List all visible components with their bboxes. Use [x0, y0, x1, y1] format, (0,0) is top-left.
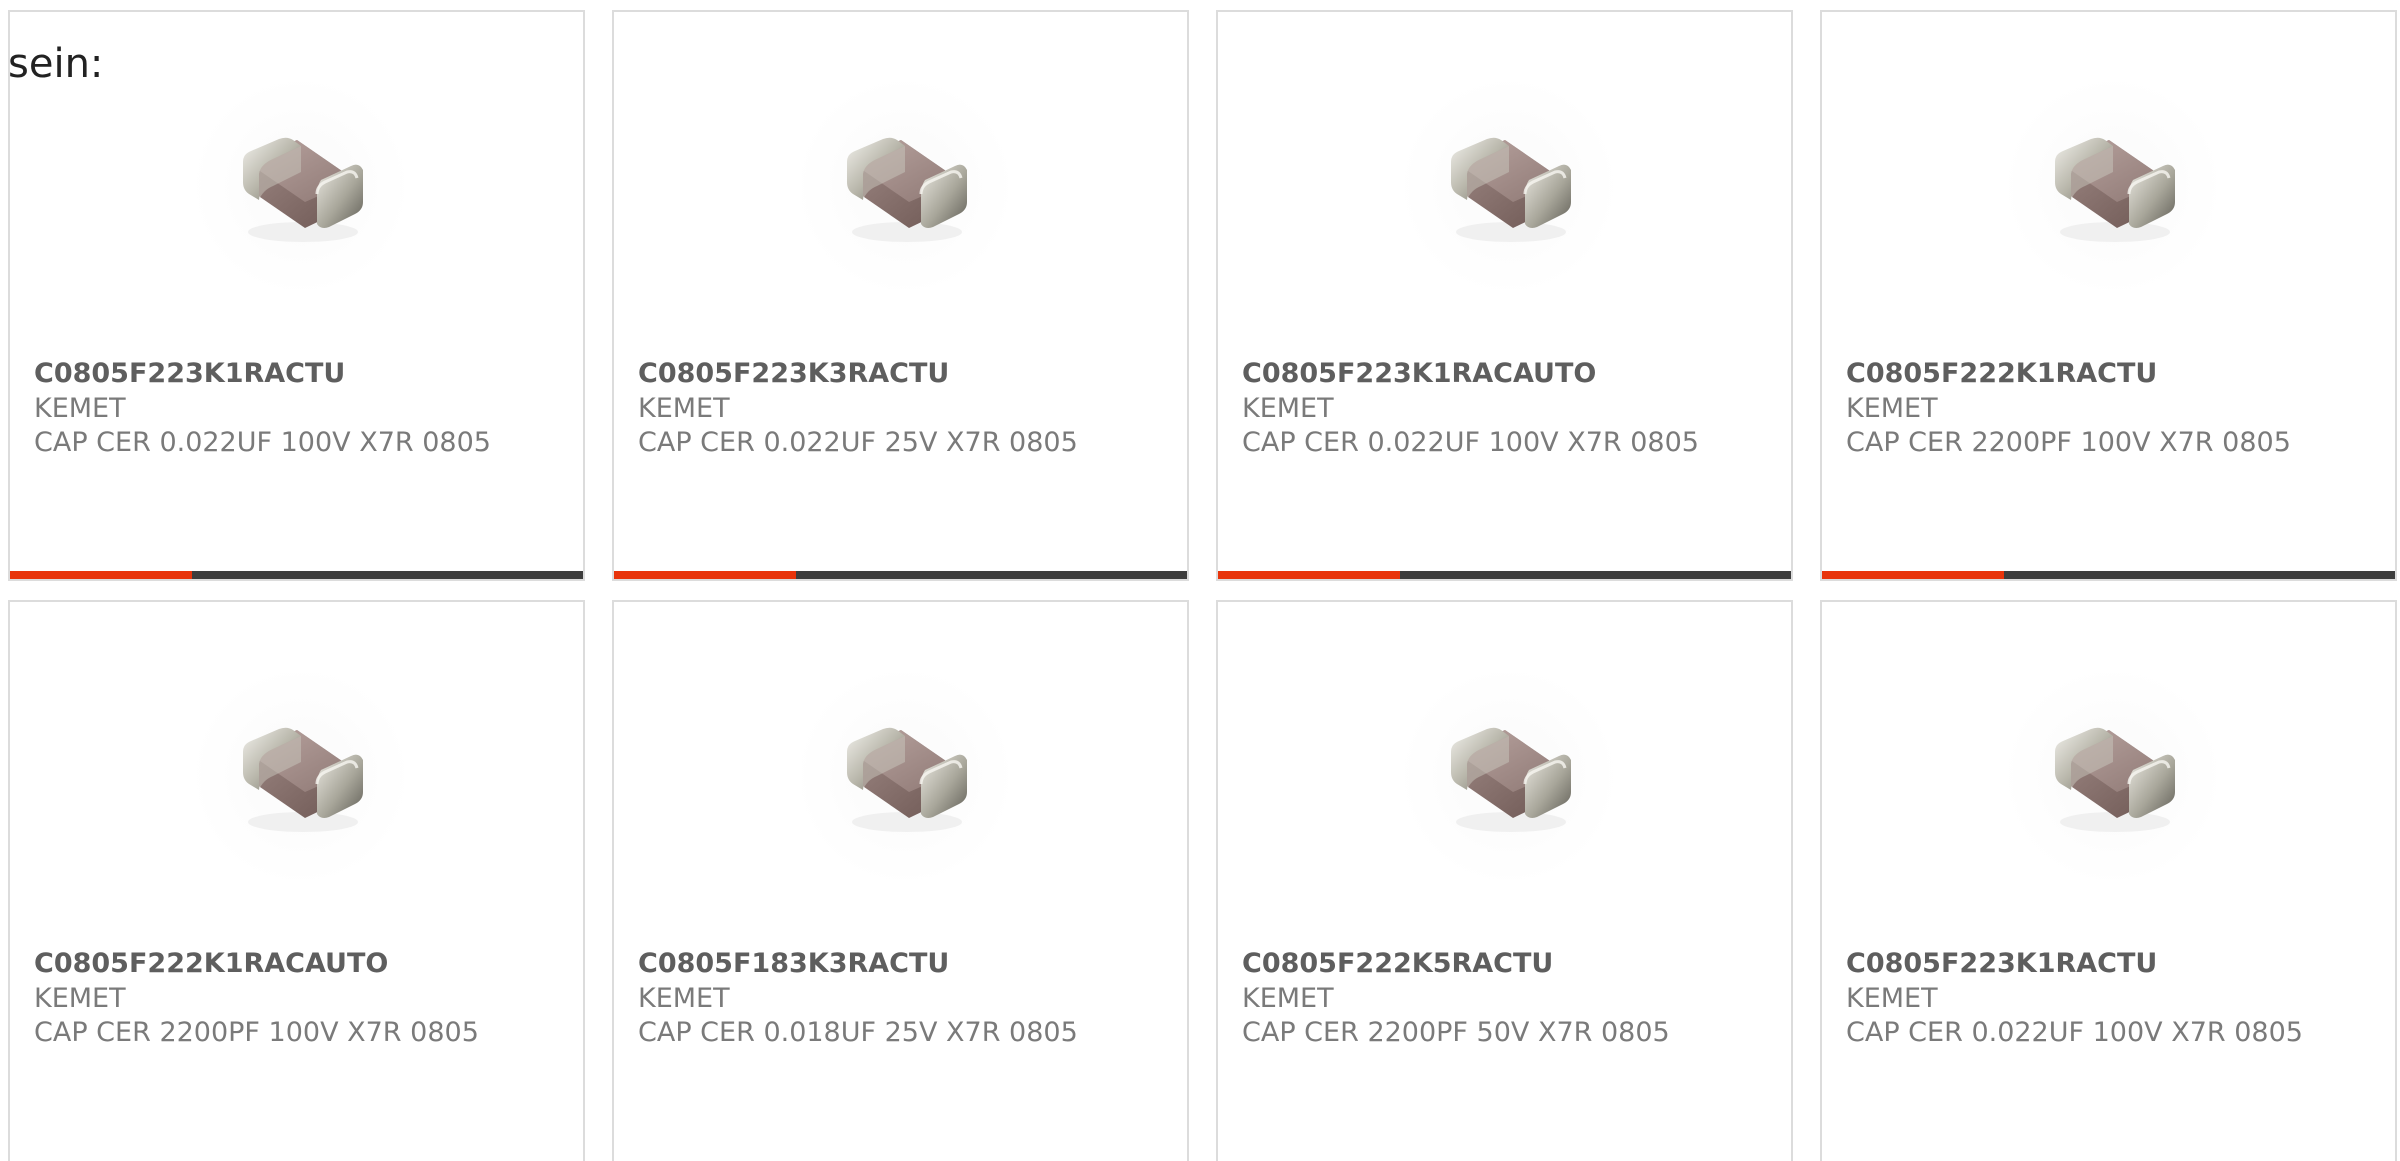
manufacturer-label: KEMET — [34, 983, 126, 1014]
product-description: CAP CER 0.022UF 100V X7R 0805 — [1242, 427, 1699, 458]
product-card[interactable]: C0805F183K3RACTU KEMET CAP CER 0.018UF 2… — [612, 600, 1189, 1161]
capacitor-chip-image[interactable] — [2009, 672, 2217, 880]
capacitor-chip-image[interactable] — [801, 672, 1009, 880]
capacitor-chip-image[interactable] — [1405, 82, 1613, 290]
part-number-link[interactable]: C0805F222K5RACTU — [1242, 947, 1553, 981]
manufacturer-label: KEMET — [34, 393, 126, 424]
manufacturer-label: KEMET — [1846, 393, 1938, 424]
card-footer-bar — [1822, 571, 2395, 579]
card-footer-bar — [1218, 571, 1791, 579]
manufacturer-label: KEMET — [1242, 983, 1334, 1014]
product-description: CAP CER 0.018UF 25V X7R 0805 — [638, 1017, 1078, 1048]
card-accent-bar — [1822, 571, 2004, 579]
product-card[interactable]: C0805F223K1RACTU KEMET CAP CER 0.022UF 1… — [8, 10, 585, 581]
part-number-link[interactable]: C0805F223K1RACAUTO — [1242, 357, 1596, 391]
product-description: CAP CER 0.022UF 25V X7R 0805 — [638, 427, 1078, 458]
part-number-link[interactable]: C0805F222K1RACTU — [1846, 357, 2157, 391]
product-card[interactable]: C0805F223K1RACTU KEMET CAP CER 0.022UF 1… — [1820, 600, 2397, 1161]
card-accent-bar — [10, 571, 192, 579]
capacitor-chip-image[interactable] — [1405, 672, 1613, 880]
product-grid-page: sein: C0805F223K1RACTU KEMET CAP CER 0.0… — [0, 0, 2400, 1161]
product-card[interactable]: C0805F222K1RACAUTO KEMET CAP CER 2200PF … — [8, 600, 585, 1161]
manufacturer-label: KEMET — [1242, 393, 1334, 424]
part-number-link[interactable]: C0805F183K3RACTU — [638, 947, 949, 981]
card-footer-bar — [10, 571, 583, 579]
card-accent-bar — [614, 571, 796, 579]
part-number-link[interactable]: C0805F223K3RACTU — [638, 357, 949, 391]
product-description: CAP CER 2200PF 100V X7R 0805 — [1846, 427, 2291, 458]
card-footer-bar — [614, 571, 1187, 579]
capacitor-chip-image[interactable] — [197, 672, 405, 880]
manufacturer-label: KEMET — [638, 393, 730, 424]
product-card[interactable]: C0805F223K1RACAUTO KEMET CAP CER 0.022UF… — [1216, 10, 1793, 581]
manufacturer-label: KEMET — [1846, 983, 1938, 1014]
manufacturer-label: KEMET — [638, 983, 730, 1014]
product-description: CAP CER 2200PF 50V X7R 0805 — [1242, 1017, 1670, 1048]
card-accent-bar — [1218, 571, 1400, 579]
capacitor-chip-image[interactable] — [197, 82, 405, 290]
product-card[interactable]: C0805F223K3RACTU KEMET CAP CER 0.022UF 2… — [612, 10, 1189, 581]
part-number-link[interactable]: C0805F223K1RACTU — [1846, 947, 2157, 981]
capacitor-chip-image[interactable] — [801, 82, 1009, 290]
product-card[interactable]: C0805F222K1RACTU KEMET CAP CER 2200PF 10… — [1820, 10, 2397, 581]
product-description: CAP CER 2200PF 100V X7R 0805 — [34, 1017, 479, 1048]
product-card[interactable]: C0805F222K5RACTU KEMET CAP CER 2200PF 50… — [1216, 600, 1793, 1161]
part-number-link[interactable]: C0805F222K1RACAUTO — [34, 947, 388, 981]
intro-text: sein: — [8, 41, 104, 87]
product-description: CAP CER 0.022UF 100V X7R 0805 — [34, 427, 491, 458]
product-description: CAP CER 0.022UF 100V X7R 0805 — [1846, 1017, 2303, 1048]
capacitor-chip-image[interactable] — [2009, 82, 2217, 290]
part-number-link[interactable]: C0805F223K1RACTU — [34, 357, 345, 391]
